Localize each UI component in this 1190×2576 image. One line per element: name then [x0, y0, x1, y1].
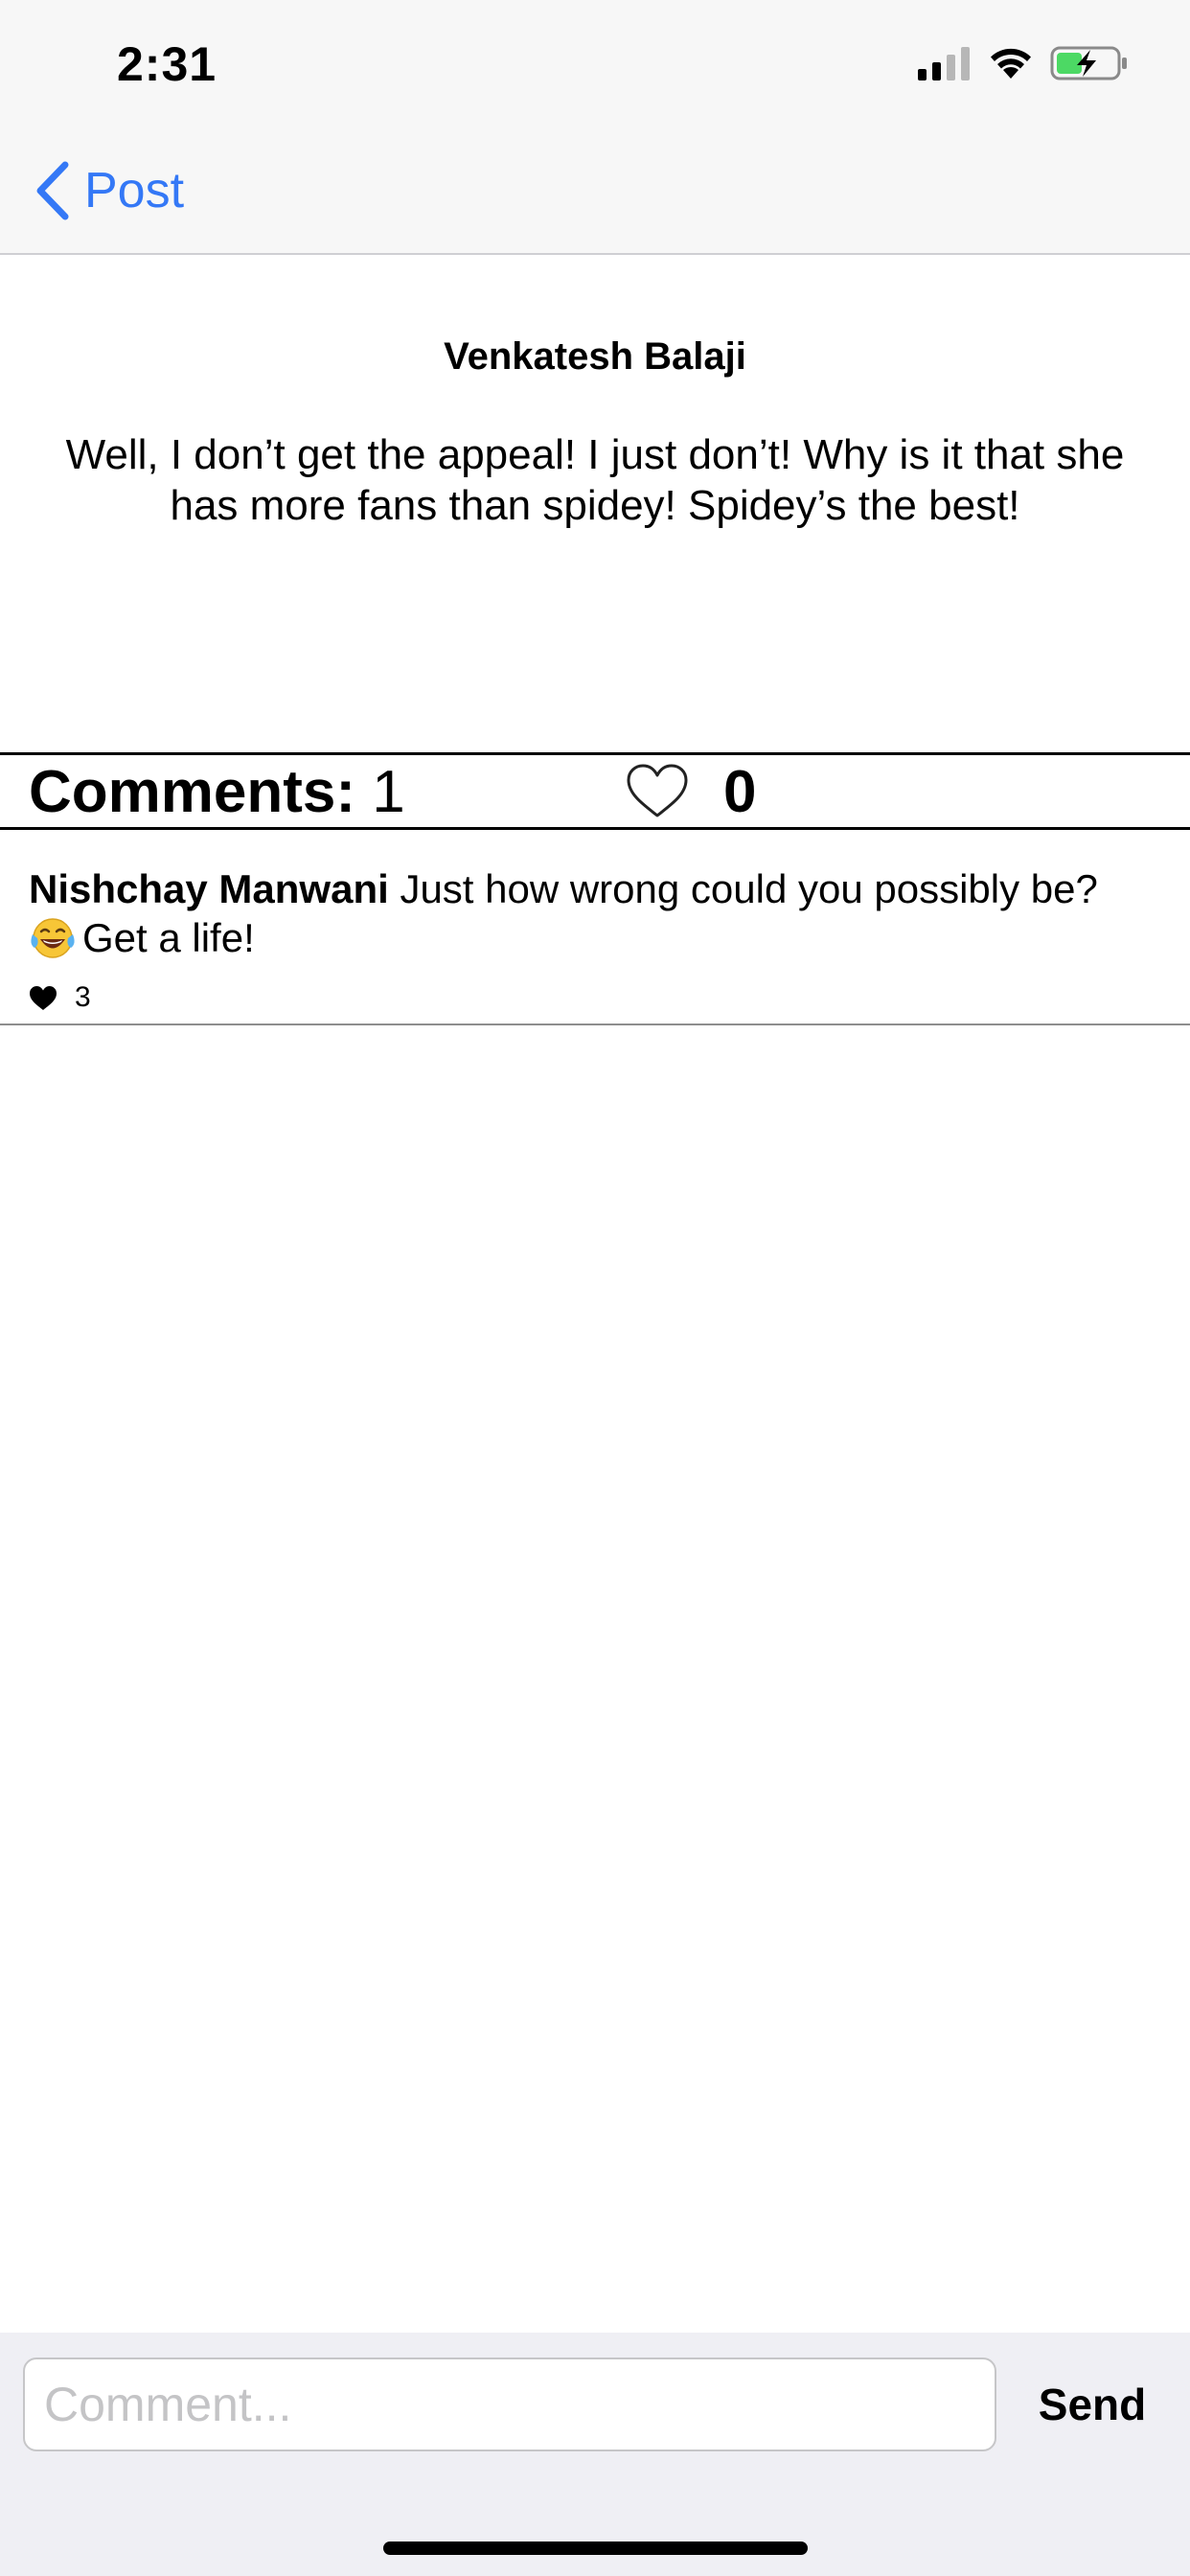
comment-author[interactable]: Nishchay Manwani [29, 866, 389, 911]
status-bar: 2:31 [0, 0, 1190, 134]
heart-filled-icon [30, 985, 57, 1010]
chevron-left-icon [36, 161, 69, 220]
comment-likes-count: 3 [75, 981, 91, 1013]
comment-text-line1: Just how wrong could you possibly be? [400, 866, 1098, 911]
comment-composer: Send [0, 2333, 1190, 2576]
post-stats-bar: Comments: 1 0 [0, 752, 1190, 830]
cellular-signal-icon [918, 47, 970, 80]
like-heart-icon[interactable] [625, 763, 690, 820]
comment-text-line2: Get a life! [82, 915, 255, 960]
comment-likes[interactable]: 3 [29, 981, 91, 1014]
comment-input[interactable] [23, 2358, 996, 2451]
battery-charging-icon [1050, 46, 1127, 80]
comment-text: Nishchay Manwani Just how wrong could yo… [29, 864, 1169, 962]
status-time: 2:31 [117, 37, 217, 91]
comments-count-value: 1 [372, 759, 405, 825]
home-indicator [383, 2542, 808, 2555]
comments-count: Comments: 1 [29, 759, 405, 826]
laughing-tears-emoji-icon [31, 918, 75, 958]
likes-count: 0 [723, 759, 757, 825]
comments-count-label: Comments: [29, 759, 356, 825]
send-button[interactable]: Send [1016, 2358, 1169, 2451]
back-button-label: Post [84, 163, 185, 218]
navigation-bar: Post [0, 134, 1190, 255]
post-author[interactable]: Venkatesh Balaji [0, 335, 1190, 379]
post-body: Well, I don’t get the appeal! I just don… [65, 431, 1125, 529]
back-button[interactable]: Post [33, 157, 184, 224]
comment-item: Nishchay Manwani Just how wrong could yo… [0, 826, 1190, 1025]
wifi-icon [991, 48, 1031, 79]
